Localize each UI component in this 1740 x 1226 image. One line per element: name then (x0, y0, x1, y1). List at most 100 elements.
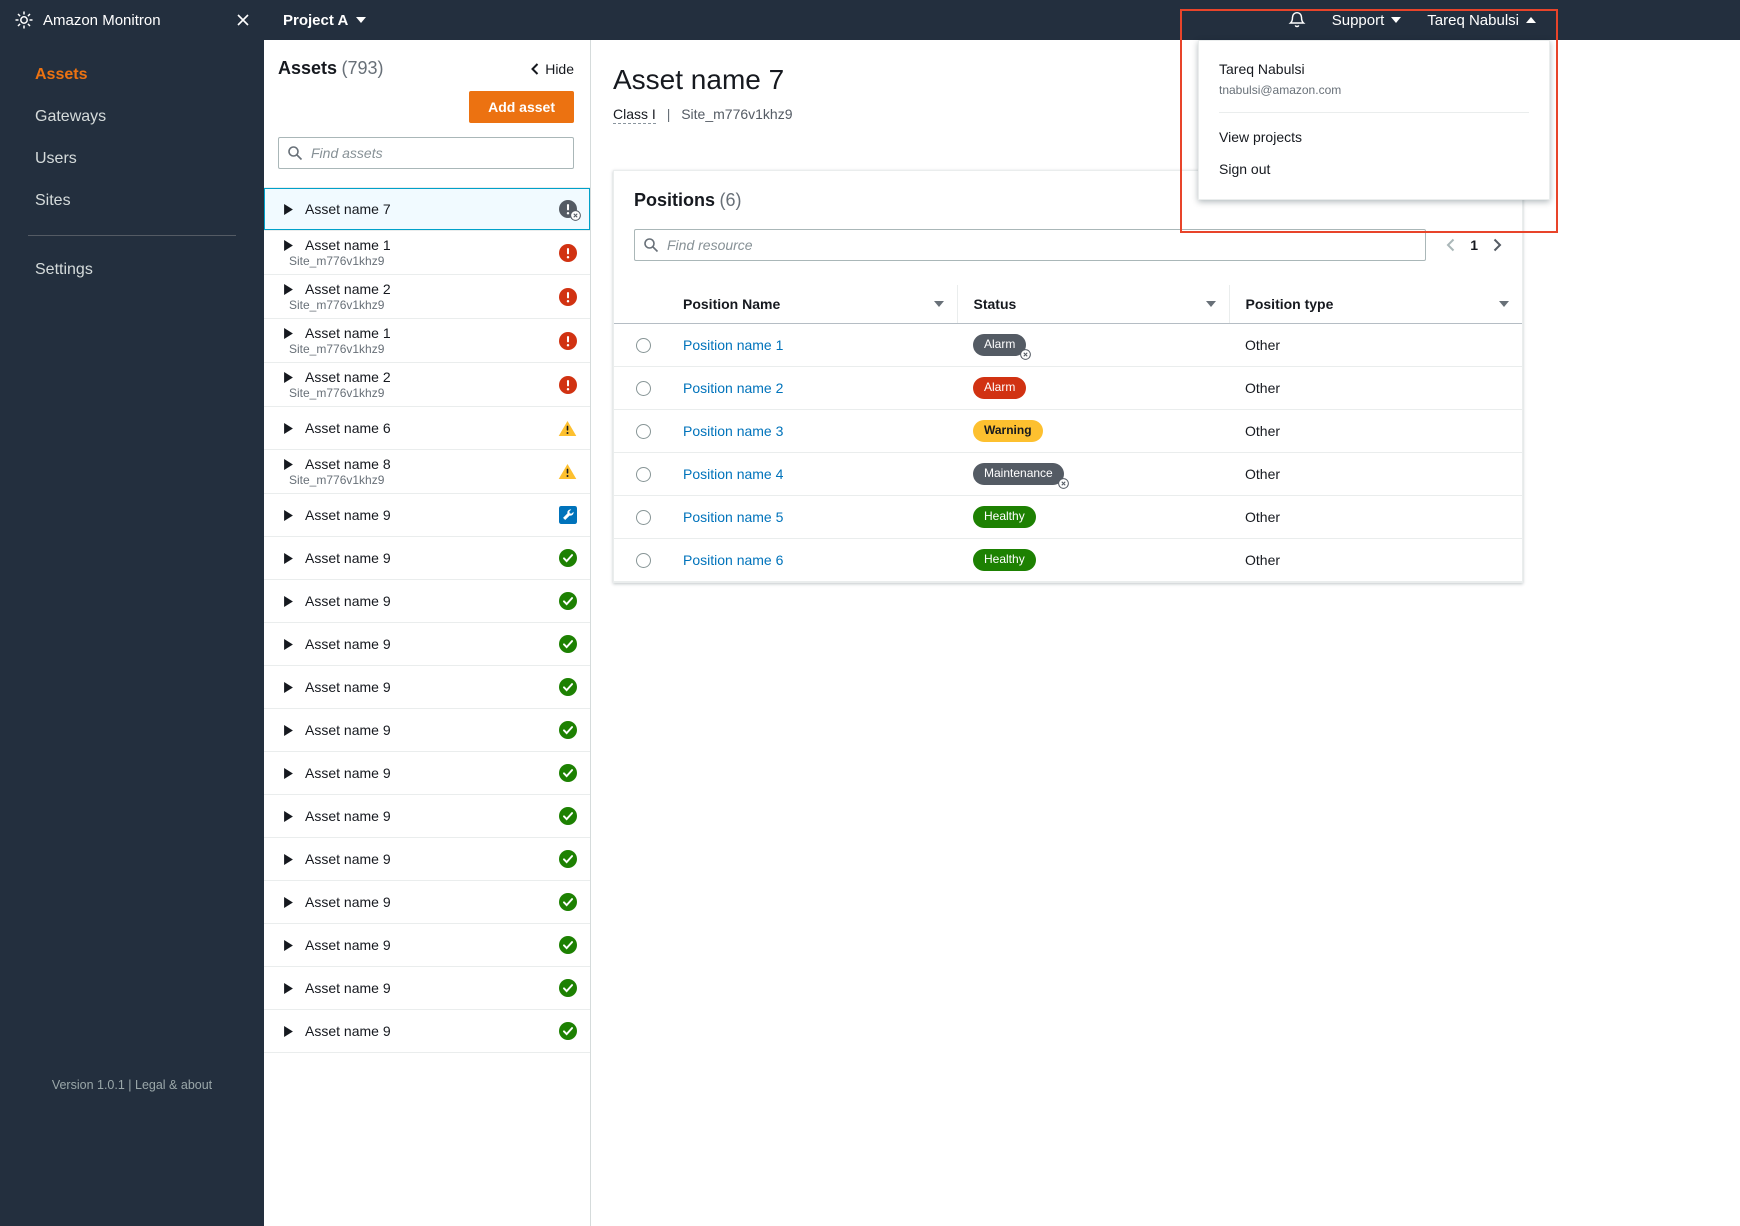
asset-list-item[interactable]: Asset name 9 (264, 881, 590, 924)
expand-caret-icon[interactable] (284, 1025, 293, 1037)
sign-out-item[interactable]: Sign out (1219, 153, 1529, 185)
position-row[interactable]: Position name 1 Alarm Other (614, 323, 1522, 367)
asset-list-item[interactable]: Asset name 9 (264, 795, 590, 838)
asset-list-item[interactable]: Asset name 9 (264, 752, 590, 795)
expand-caret-icon[interactable] (284, 982, 293, 994)
expand-caret-icon[interactable] (284, 638, 293, 650)
column-position-name[interactable]: Position Name (667, 285, 957, 324)
asset-list-item[interactable]: Asset name 8 Site_m776v1khz9 (264, 450, 590, 494)
row-radio[interactable] (636, 467, 651, 483)
expand-caret-icon[interactable] (284, 896, 293, 908)
asset-list-item[interactable]: Asset name 9 (264, 967, 590, 1010)
next-page-icon[interactable] (1493, 238, 1502, 252)
support-menu[interactable]: Support (1332, 12, 1402, 29)
expand-caret-icon[interactable] (284, 422, 293, 434)
column-status[interactable]: Status (956, 285, 1229, 324)
expand-caret-icon[interactable] (284, 371, 293, 383)
status-badge-label: Alarm (984, 337, 1016, 351)
asset-status (559, 850, 577, 868)
asset-list-item[interactable]: Asset name 9 (264, 838, 590, 881)
asset-site: Site_m776v1khz9 (289, 386, 385, 400)
filter-dropdown-icon[interactable] (933, 301, 944, 307)
position-row[interactable]: Position name 2 Alarm Other (614, 366, 1522, 410)
expand-caret-icon[interactable] (284, 203, 293, 215)
asset-status (558, 463, 577, 480)
asset-name: Asset name 9 (305, 894, 391, 910)
asset-list-item[interactable]: Asset name 7 (264, 188, 590, 231)
filter-dropdown-icon[interactable] (1205, 301, 1216, 307)
notifications-bell-icon[interactable] (1288, 11, 1306, 29)
position-type: Other (1229, 409, 1522, 453)
asset-list-item[interactable]: Asset name 1 Site_m776v1khz9 (264, 319, 590, 363)
healthy-check-icon (559, 635, 577, 653)
position-link[interactable]: Position name 2 (683, 380, 783, 396)
expand-caret-icon[interactable] (284, 853, 293, 865)
asset-list-item[interactable]: Asset name 9 (264, 537, 590, 580)
row-radio[interactable] (636, 381, 651, 397)
asset-list-item[interactable]: Asset name 9 (264, 1010, 590, 1053)
row-radio[interactable] (636, 338, 651, 354)
sidebar-item-users[interactable]: Users (0, 138, 264, 180)
expand-caret-icon[interactable] (284, 681, 293, 693)
asset-list-item[interactable]: Asset name 9 (264, 924, 590, 967)
user-menu-trigger[interactable]: Tareq Nabulsi (1427, 12, 1536, 29)
positions-toolbar: 1 (634, 229, 1502, 261)
expand-caret-icon[interactable] (284, 283, 293, 295)
asset-list-item[interactable]: Asset name 9 (264, 580, 590, 623)
asset-list-item[interactable]: Asset name 6 (264, 407, 590, 450)
column-position-type[interactable]: Position type (1228, 285, 1522, 324)
expand-caret-icon[interactable] (284, 509, 293, 521)
close-icon[interactable] (236, 13, 250, 27)
expand-caret-icon[interactable] (284, 595, 293, 607)
asset-list-item[interactable]: Asset name 1 Site_m776v1khz9 (264, 231, 590, 275)
chevron-down-icon (1391, 17, 1402, 23)
filter-dropdown-icon[interactable] (1499, 301, 1509, 307)
position-row[interactable]: Position name 5 Healthy Other (614, 495, 1522, 539)
asset-name: Asset name 9 (305, 1023, 391, 1039)
asset-list-item[interactable]: Asset name 2 Site_m776v1khz9 (264, 363, 590, 407)
position-row[interactable]: Position name 6 Healthy Other (614, 538, 1522, 582)
expand-caret-icon[interactable] (284, 939, 293, 951)
row-radio[interactable] (636, 553, 651, 569)
add-asset-button[interactable]: Add asset (469, 91, 574, 123)
expand-caret-icon[interactable] (284, 458, 293, 470)
hide-panel-button[interactable]: Hide (531, 61, 574, 77)
position-row[interactable]: Position name 3 Warning Other (614, 409, 1522, 453)
position-row[interactable]: Position name 4 Maintenance Other (614, 452, 1522, 496)
sidebar-item-settings[interactable]: Settings (0, 249, 264, 291)
position-link[interactable]: Position name 3 (683, 423, 783, 439)
position-link[interactable]: Position name 4 (683, 466, 783, 482)
asset-class-link[interactable]: Class I (613, 106, 656, 124)
find-resource-input[interactable] (634, 229, 1427, 261)
position-link[interactable]: Position name 6 (683, 552, 783, 568)
expand-caret-icon[interactable] (284, 239, 293, 251)
expand-caret-icon[interactable] (284, 552, 293, 564)
sidebar-item-sites[interactable]: Sites (0, 180, 264, 222)
asset-list-item[interactable]: Asset name 9 (264, 494, 590, 537)
healthy-check-icon (559, 979, 577, 997)
pagination: 1 (1446, 237, 1502, 253)
asset-list-item[interactable]: Asset name 9 (264, 709, 590, 752)
row-radio[interactable] (636, 424, 651, 440)
sidebar-item-gateways[interactable]: Gateways (0, 96, 264, 138)
position-link[interactable]: Position name 5 (683, 509, 783, 525)
expand-caret-icon[interactable] (284, 724, 293, 736)
expand-caret-icon[interactable] (284, 767, 293, 779)
row-radio[interactable] (636, 510, 651, 526)
sidebar-item-assets[interactable]: Assets (0, 54, 264, 96)
asset-list-item[interactable]: Asset name 2 Site_m776v1khz9 (264, 275, 590, 319)
topbar-right: Support Tareq Nabulsi (1288, 11, 1536, 29)
position-link[interactable]: Position name 1 (683, 337, 783, 353)
expand-caret-icon[interactable] (284, 810, 293, 822)
project-selector[interactable]: Project A (283, 12, 367, 29)
expand-caret-icon[interactable] (284, 327, 293, 339)
legal-about-link[interactable]: Legal & about (135, 1078, 212, 1092)
find-assets-input[interactable] (278, 137, 574, 169)
asset-status (559, 506, 577, 524)
asset-list-item[interactable]: Asset name 9 (264, 666, 590, 709)
page-number[interactable]: 1 (1470, 237, 1478, 253)
previous-page-icon[interactable] (1446, 238, 1455, 252)
view-projects-item[interactable]: View projects (1219, 121, 1529, 153)
asset-list-item[interactable]: Asset name 9 (264, 623, 590, 666)
healthy-check-icon (559, 764, 577, 782)
